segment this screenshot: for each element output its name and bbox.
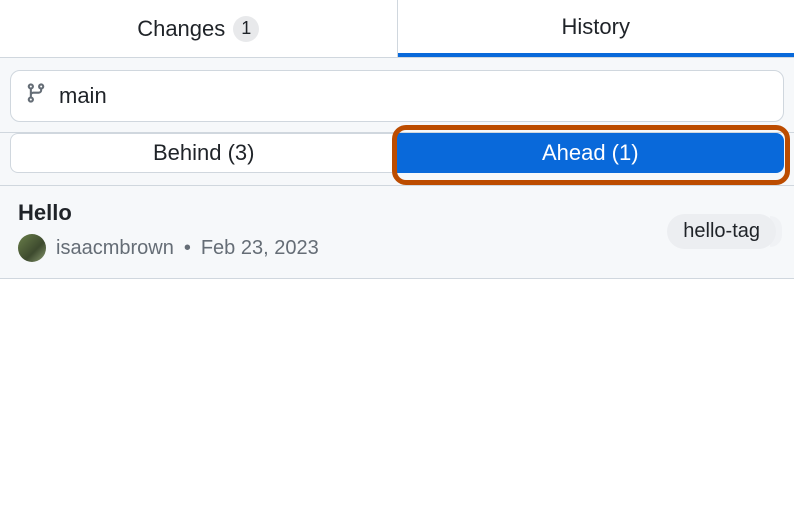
segment-behind[interactable]: Behind (3) xyxy=(10,133,397,173)
avatar xyxy=(18,234,46,262)
segment-ahead-label: Ahead (1) xyxy=(542,140,639,166)
segment-ahead[interactable]: Ahead (1) xyxy=(397,133,785,173)
tab-history[interactable]: History xyxy=(398,0,794,57)
commit-title: Hello xyxy=(18,200,319,226)
changes-count-badge: 1 xyxy=(233,16,259,42)
commit-date: Feb 23, 2023 xyxy=(201,237,319,260)
branch-selector[interactable]: main xyxy=(10,70,784,122)
tab-changes[interactable]: Changes 1 xyxy=(0,0,398,57)
tab-history-label: History xyxy=(562,14,630,40)
commit-list: Hello isaacmbrown • Feb 23, 2023 hello-t… xyxy=(0,185,794,279)
branch-name: main xyxy=(59,83,107,109)
git-branch-icon xyxy=(25,82,47,110)
segment-behind-label: Behind (3) xyxy=(153,140,255,166)
commit-item[interactable]: Hello isaacmbrown • Feb 23, 2023 hello-t… xyxy=(0,186,794,279)
commit-info: Hello isaacmbrown • Feb 23, 2023 xyxy=(18,200,319,262)
commit-meta: isaacmbrown • Feb 23, 2023 xyxy=(18,234,319,262)
top-tabs: Changes 1 History xyxy=(0,0,794,58)
tab-changes-label: Changes xyxy=(137,16,225,42)
ahead-behind-segmented: Behind (3) Ahead (1) xyxy=(0,133,794,185)
commit-author: isaacmbrown xyxy=(56,237,174,260)
commit-tag: hello-tag xyxy=(667,214,776,249)
branch-selector-row: main xyxy=(0,58,794,133)
meta-separator: • xyxy=(184,237,191,260)
